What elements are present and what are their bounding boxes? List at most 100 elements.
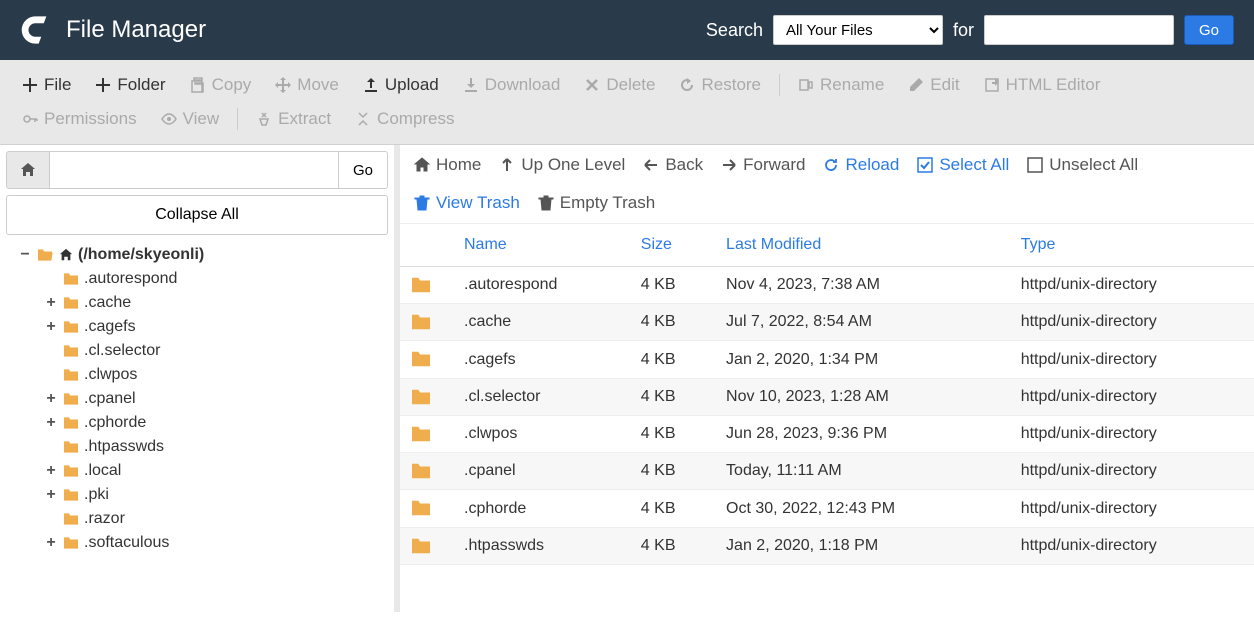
- table-row[interactable]: .clwpos 4 KB Jun 28, 2023, 9:36 PM httpd…: [400, 415, 1254, 452]
- tree-node[interactable]: .cl.selector: [44, 339, 388, 363]
- move-button[interactable]: Move: [263, 68, 351, 102]
- tree-node[interactable]: + .local: [44, 459, 388, 483]
- action-label: Select All: [939, 155, 1009, 175]
- expand-icon[interactable]: +: [44, 414, 58, 432]
- eye-icon: [161, 111, 177, 127]
- collapse-all-button[interactable]: Collapse All: [6, 195, 388, 235]
- app-title: File Manager: [66, 16, 706, 44]
- copy-button[interactable]: Copy: [178, 68, 264, 102]
- tree-node[interactable]: +.softaculous: [44, 531, 388, 555]
- rename-button[interactable]: Rename: [786, 68, 896, 102]
- html-icon: [984, 77, 1000, 93]
- upload-button[interactable]: Upload: [351, 68, 451, 102]
- forward-button[interactable]: Forward: [721, 155, 805, 175]
- view-button[interactable]: View: [149, 102, 232, 136]
- table-row[interactable]: .cpanel 4 KB Today, 11:11 AM httpd/unix-…: [400, 453, 1254, 490]
- cell-name: .clwpos: [454, 415, 631, 452]
- tree-node[interactable]: +.pki: [44, 483, 388, 507]
- expand-icon[interactable]: +: [44, 534, 58, 552]
- tree-node[interactable]: + .cache: [44, 291, 388, 315]
- unselect-all-button[interactable]: Unselect All: [1027, 155, 1138, 175]
- collapse-icon[interactable]: −: [18, 246, 32, 264]
- cpanel-logo-icon: [20, 13, 54, 47]
- tree-root[interactable]: − (/home/skyeonli): [18, 243, 388, 267]
- col-size[interactable]: Size: [631, 224, 716, 267]
- restore-button[interactable]: Restore: [667, 68, 773, 102]
- delete-button[interactable]: Delete: [572, 68, 667, 102]
- tree-node-label: .cl.selector: [84, 342, 160, 360]
- col-last-modified[interactable]: Last Modified: [716, 224, 1011, 267]
- cell-name: .cpanel: [454, 453, 631, 490]
- cell-modified: Nov 10, 2023, 1:28 AM: [716, 378, 1011, 415]
- table-row[interactable]: .cagefs 4 KB Jan 2, 2020, 1:34 PM httpd/…: [400, 341, 1254, 378]
- file-button[interactable]: File: [10, 68, 83, 102]
- home-icon: [58, 248, 74, 262]
- folder-button[interactable]: Folder: [83, 68, 177, 102]
- cell-name: .autorespond: [454, 267, 631, 304]
- folder-icon: [62, 368, 80, 382]
- edit-button[interactable]: Edit: [896, 68, 971, 102]
- tree-node[interactable]: .clwpos: [44, 363, 388, 387]
- tree-node-label: .clwpos: [84, 366, 137, 384]
- action-label: Unselect All: [1049, 155, 1138, 175]
- tree-node-label: .cphorde: [84, 414, 146, 432]
- trash-icon: [538, 195, 554, 211]
- compress-button[interactable]: Compress: [343, 102, 466, 136]
- tree-node[interactable]: +.cagefs: [44, 315, 388, 339]
- cell-size: 4 KB: [631, 378, 716, 415]
- tree-node-label: .razor: [84, 510, 125, 528]
- checkbox-icon: [1027, 157, 1043, 173]
- tree-node[interactable]: .razor: [44, 507, 388, 531]
- toolbar-separator: [237, 108, 238, 130]
- table-row[interactable]: .autorespond 4 KB Nov 4, 2023, 7:38 AM h…: [400, 267, 1254, 304]
- tree-node[interactable]: + .cphorde: [44, 411, 388, 435]
- sidebar-home-button[interactable]: [6, 151, 50, 189]
- table-row[interactable]: .htpasswds 4 KB Jan 2, 2020, 1:18 PM htt…: [400, 527, 1254, 564]
- toolbar-label: Extract: [278, 109, 331, 129]
- tree-node-label: .cache: [84, 294, 131, 312]
- home-icon: [414, 157, 430, 173]
- extract-button[interactable]: Extract: [244, 102, 343, 136]
- html-editor-button[interactable]: HTML Editor: [972, 68, 1113, 102]
- folder-icon: [410, 276, 432, 294]
- search-scope-select[interactable]: All Your Files: [773, 15, 943, 45]
- up-one-level-button[interactable]: Up One Level: [499, 155, 625, 175]
- download-button[interactable]: Download: [451, 68, 573, 102]
- col-name[interactable]: Name: [454, 224, 631, 267]
- cell-type: httpd/unix-directory: [1011, 341, 1254, 378]
- table-row[interactable]: .cache 4 KB Jul 7, 2022, 8:54 AM httpd/u…: [400, 304, 1254, 341]
- table-row[interactable]: .cphorde 4 KB Oct 30, 2022, 12:43 PM htt…: [400, 490, 1254, 527]
- col-type[interactable]: Type: [1011, 224, 1254, 267]
- permissions-button[interactable]: Permissions: [10, 102, 149, 136]
- col-icon: [400, 224, 454, 267]
- select-all-button[interactable]: Select All: [917, 155, 1009, 175]
- search-go-button[interactable]: Go: [1184, 15, 1234, 45]
- expand-icon[interactable]: +: [44, 486, 58, 504]
- expand-icon[interactable]: +: [44, 462, 58, 480]
- path-input[interactable]: [50, 151, 338, 189]
- empty-trash-button[interactable]: Empty Trash: [538, 193, 655, 213]
- toolbar: FileFolderCopyMoveUploadDownloadDeleteRe…: [0, 60, 1254, 145]
- tree-node[interactable]: .autorespond: [44, 267, 388, 291]
- cell-size: 4 KB: [631, 527, 716, 564]
- tree-node[interactable]: .htpasswds: [44, 435, 388, 459]
- view-trash-button[interactable]: View Trash: [414, 193, 520, 213]
- expand-icon[interactable]: +: [44, 390, 58, 408]
- extract-icon: [256, 111, 272, 127]
- action-label: Forward: [743, 155, 805, 175]
- tree-node[interactable]: +.cpanel: [44, 387, 388, 411]
- up-icon: [499, 157, 515, 173]
- home-button[interactable]: Home: [414, 155, 481, 175]
- path-go-button[interactable]: Go: [338, 151, 388, 189]
- back-button[interactable]: Back: [643, 155, 703, 175]
- tree-node-label: .local: [84, 462, 121, 480]
- toolbar-label: Permissions: [44, 109, 137, 129]
- expand-icon[interactable]: +: [44, 318, 58, 336]
- reload-button[interactable]: Reload: [823, 155, 899, 175]
- table-row[interactable]: .cl.selector 4 KB Nov 10, 2023, 1:28 AM …: [400, 378, 1254, 415]
- search-input[interactable]: [984, 15, 1174, 45]
- expand-icon[interactable]: +: [44, 294, 58, 312]
- action-label: Back: [665, 155, 703, 175]
- folder-icon: [410, 499, 432, 517]
- cell-size: 4 KB: [631, 453, 716, 490]
